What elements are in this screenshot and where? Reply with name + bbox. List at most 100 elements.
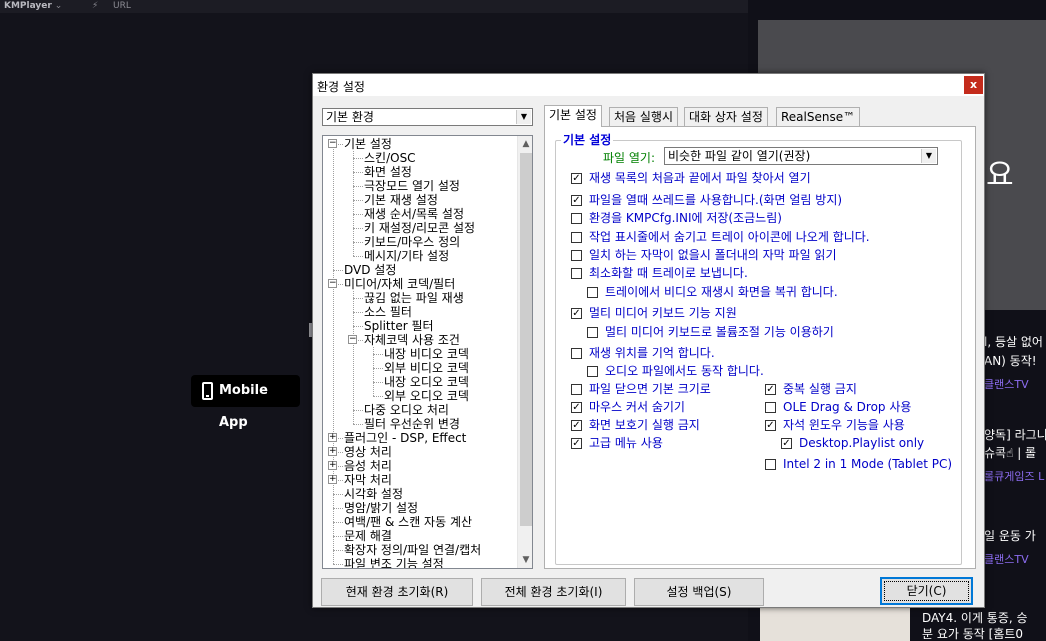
rec-channel[interactable]: 클랜스TV (984, 376, 1029, 392)
rec-title[interactable]: 슈콕☝ | 롤 (984, 444, 1036, 461)
option-label[interactable]: 멀티 미디어 키보드로 볼륨조절 기능 이용하기 (605, 325, 834, 340)
tree-scrollbar[interactable]: ▲ ▼ (517, 136, 532, 568)
tree-item[interactable]: 기본 설정 (344, 137, 392, 151)
collapse-icon[interactable]: − (328, 139, 337, 148)
tree-item[interactable]: 문제 해결 (344, 529, 392, 543)
expand-icon[interactable]: + (328, 475, 337, 484)
checkbox-unchecked-icon[interactable] (587, 287, 598, 298)
checkbox-unchecked-icon[interactable] (765, 459, 776, 470)
bolt-icon[interactable]: ⚡ (92, 0, 98, 13)
tree-item[interactable]: 음성 처리 (344, 459, 392, 473)
file-open-select[interactable]: 비슷한 파일 같이 열기(권장) ▼ (664, 147, 938, 165)
option-label[interactable]: 마우스 커서 숨기기 (589, 400, 685, 415)
checkbox-unchecked-icon[interactable] (587, 366, 598, 377)
expand-icon[interactable]: + (328, 461, 337, 470)
checkbox-checked-icon[interactable]: ✓ (571, 438, 582, 449)
tree-item[interactable]: 극장모드 열기 설정 (364, 179, 460, 193)
rec-title[interactable]: AN) 동작! (984, 352, 1037, 369)
checkbox-unchecked-icon[interactable] (765, 402, 776, 413)
option-label[interactable]: 중복 실행 금지 (783, 382, 857, 397)
option-label[interactable]: 파일을 열때 쓰레드를 사용합니다.(화면 얼림 방지) (589, 193, 842, 208)
scroll-up-icon[interactable]: ▲ (518, 136, 532, 152)
tree-item[interactable]: 화면 설정 (364, 165, 412, 179)
dialog-titlebar[interactable]: 환경 설정 x (313, 74, 984, 96)
tree-item[interactable]: 시각화 설정 (344, 487, 403, 501)
option-label[interactable]: 재생 위치를 기억 합니다. (589, 346, 715, 361)
checkbox-unchecked-icon[interactable] (587, 327, 598, 338)
checkbox-checked-icon[interactable]: ✓ (781, 438, 792, 449)
option-label[interactable]: Desktop.Playlist only (799, 436, 924, 451)
option-label[interactable]: 작업 표시줄에서 숨기고 트레이 아이콘에 나오게 합니다. (589, 230, 870, 245)
checkbox-checked-icon[interactable]: ✓ (571, 195, 582, 206)
checkbox-unchecked-icon[interactable] (571, 250, 582, 261)
checkbox-checked-icon[interactable]: ✓ (571, 308, 582, 319)
option-label[interactable]: Intel 2 in 1 Mode (Tablet PC) (783, 457, 952, 472)
tree-item[interactable]: 다중 오디오 처리 (364, 403, 449, 417)
option-label[interactable]: 자석 윈도우 기능을 사용 (783, 418, 905, 433)
checkbox-unchecked-icon[interactable] (571, 348, 582, 359)
mobile-app-button[interactable]: Mobile App (191, 375, 300, 430)
option-label[interactable]: 재생 목록의 처음과 끝에서 파일 찾아서 열기 (589, 171, 811, 186)
tree-item[interactable]: 내장 비디오 코덱 (384, 347, 469, 361)
option-label[interactable]: 환경을 KMPCfg.INI에 저장(조금느림) (589, 211, 782, 226)
tree-item[interactable]: 내장 오디오 코덱 (384, 375, 469, 389)
expand-icon[interactable]: + (328, 447, 337, 456)
tree-item[interactable]: Splitter 필터 (364, 319, 434, 333)
rec-title[interactable]: 일 운동 가 (984, 527, 1036, 544)
close-icon[interactable]: x (964, 76, 983, 94)
option-label[interactable]: OLE Drag & Drop 사용 (783, 400, 911, 415)
collapse-icon[interactable]: − (328, 279, 337, 288)
tree-item[interactable]: 영상 처리 (344, 445, 392, 459)
tree-item[interactable]: DVD 설정 (344, 263, 396, 277)
checkbox-unchecked-icon[interactable] (571, 232, 582, 243)
tab-1[interactable]: 처음 실행시 (609, 107, 679, 127)
kmplayer-logo[interactable]: KMPlayer ⌄ (4, 0, 62, 13)
option-label[interactable]: 고급 메뉴 사용 (589, 436, 663, 451)
option-label[interactable]: 트레이에서 비디오 재생시 화면을 복귀 합니다. (605, 285, 838, 300)
tree-item[interactable]: 외부 비디오 코덱 (384, 361, 469, 375)
rec-title[interactable]: 분 요가 동작 [홈트0 (922, 625, 1023, 641)
collapse-icon[interactable]: − (348, 335, 357, 344)
option-label[interactable]: 일치 하는 자막이 없을시 폴더내의 자막 파일 읽기 (589, 248, 837, 263)
tree-item[interactable]: 자체코덱 사용 조건 (364, 333, 460, 347)
chevron-down-icon[interactable]: ▼ (921, 149, 936, 163)
option-label[interactable]: 최소화할 때 트레이로 보냅니다. (589, 266, 748, 281)
tab-2[interactable]: 대화 상자 설정 (684, 107, 768, 127)
tree-item[interactable]: 기본 재생 설정 (364, 193, 438, 207)
option-label[interactable]: 파일 닫으면 기본 크기로 (589, 382, 711, 397)
tab-3[interactable]: RealSense™ (776, 107, 861, 127)
checkbox-checked-icon[interactable]: ✓ (571, 173, 582, 184)
tree-item[interactable]: 미디어/자체 코덱/필터 (344, 277, 455, 291)
category-select[interactable]: 기본 환경 ▼ (322, 108, 533, 126)
option-label[interactable]: 오디오 파일에서도 동작 합니다. (605, 364, 764, 379)
scroll-down-icon[interactable]: ▼ (518, 552, 532, 568)
tree-item[interactable]: 필터 우선순위 변경 (364, 417, 460, 431)
rec-channel[interactable]: 클랜스TV (984, 551, 1029, 567)
checkbox-checked-icon[interactable]: ✓ (765, 420, 776, 431)
rec-title[interactable]: DAY4. 이게 통증, 승 (922, 609, 1028, 626)
checkbox-unchecked-icon[interactable] (571, 384, 582, 395)
tree-item[interactable]: 스킨/OSC (364, 151, 416, 165)
chevron-down-icon[interactable]: ▼ (516, 110, 531, 124)
tree-item[interactable]: 재생 순서/목록 설정 (364, 207, 464, 221)
tree-item[interactable]: 플러그인 - DSP, Effect (344, 431, 466, 445)
option-label[interactable]: 멀티 미디어 키보드 기능 지원 (589, 306, 737, 321)
checkbox-unchecked-icon[interactable] (571, 268, 582, 279)
tree-item[interactable]: 외부 오디오 코덱 (384, 389, 469, 403)
expand-icon[interactable]: + (328, 433, 337, 442)
checkbox-checked-icon[interactable]: ✓ (765, 384, 776, 395)
tab-0[interactable]: 기본 설정 (544, 105, 602, 127)
tree-item[interactable]: 여백/팬 & 스캔 자동 계산 (344, 515, 472, 529)
tree-item[interactable]: 메시지/기타 설정 (364, 249, 449, 263)
tree-item[interactable]: 파일 변조 기능 설정 (344, 557, 444, 568)
reset-all-button[interactable]: 전체 환경 초기화(I) (481, 578, 626, 606)
reset-current-button[interactable]: 현재 환경 초기화(R) (321, 578, 473, 606)
rec-title[interactable]: l, 등살 없어 (984, 333, 1043, 350)
tree-item[interactable]: 키보드/마우스 정의 (364, 235, 460, 249)
checkbox-checked-icon[interactable]: ✓ (571, 420, 582, 431)
tree-item[interactable]: 명암/밝기 설정 (344, 501, 418, 515)
checkbox-unchecked-icon[interactable] (571, 213, 582, 224)
option-label[interactable]: 화면 보호기 실행 금지 (589, 418, 700, 433)
tree-item[interactable]: 키 재설정/리모콘 설정 (364, 221, 475, 235)
backup-settings-button[interactable]: 설정 백업(S) (634, 578, 764, 606)
